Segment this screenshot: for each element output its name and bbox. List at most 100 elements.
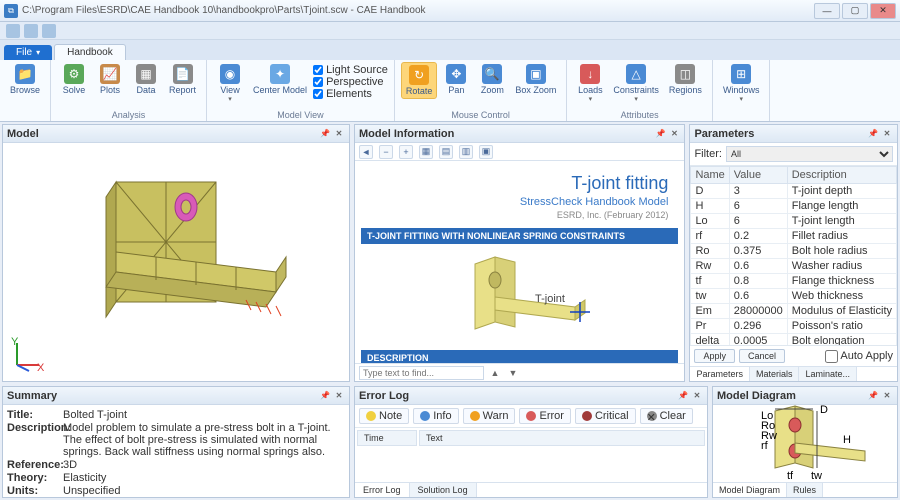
pan-button[interactable]: ✥Pan [439, 62, 473, 97]
report-button[interactable]: 📄Report [165, 62, 200, 97]
elements-checkbox[interactable]: Elements [313, 88, 388, 100]
box-zoom-button[interactable]: ▣Box Zoom [511, 62, 560, 97]
auto-apply-checkbox[interactable]: Auto Apply [825, 350, 893, 363]
zoom-in-button[interactable]: + [399, 145, 413, 159]
table-row[interactable]: rf0.2Fillet radius [691, 229, 897, 244]
layout2-button[interactable]: ▤ [439, 145, 453, 159]
svg-text:T-joint: T-joint [535, 293, 565, 305]
maximize-button[interactable]: ▢ [842, 3, 868, 19]
layout4-button[interactable]: ▣ [479, 145, 493, 159]
solve-button[interactable]: ⚙Solve [57, 62, 91, 97]
table-row[interactable]: H6Flange length [691, 199, 897, 214]
table-row[interactable]: Em28000000Modulus of Elasticity [691, 304, 897, 319]
cancel-button[interactable]: Cancel [739, 349, 785, 363]
filter-info[interactable]: Info [413, 408, 458, 424]
plots-button[interactable]: 📈Plots [93, 62, 127, 97]
svg-text:X: X [37, 362, 45, 373]
table-row[interactable]: tf0.8Flange thickness [691, 274, 897, 289]
col-value[interactable]: Value [729, 167, 787, 184]
apply-button[interactable]: Apply [694, 349, 735, 363]
loads-button[interactable]: ↓Loads▾ [573, 62, 607, 105]
ribbon-tabstrip: File Handbook [0, 40, 900, 60]
close-icon[interactable]: ✕ [881, 390, 893, 402]
col-name[interactable]: Name [691, 167, 729, 184]
pin-icon[interactable]: 📌 [319, 390, 331, 402]
regions-button[interactable]: ◫Regions [665, 62, 706, 97]
table-row[interactable]: D3T-joint depth [691, 184, 897, 199]
filter-note[interactable]: Note [359, 408, 409, 424]
clear-button[interactable]: ✕Clear [640, 408, 693, 424]
tab-error-log[interactable]: Error Log [355, 483, 410, 497]
svg-text:Y: Y [11, 337, 19, 348]
layout1-button[interactable]: ▦ [419, 145, 433, 159]
rotate-button[interactable]: ↻Rotate [401, 62, 438, 99]
data-button[interactable]: ▦Data [129, 62, 163, 97]
qat-button[interactable] [42, 24, 56, 38]
find-prev-button[interactable]: ▲ [488, 366, 502, 380]
parameters-table[interactable]: Name Value Description D3T-joint depthH6… [690, 166, 897, 345]
table-row[interactable]: tw0.6Web thickness [691, 289, 897, 304]
close-icon[interactable]: ✕ [691, 390, 703, 402]
zoom-out-button[interactable]: − [379, 145, 393, 159]
close-icon[interactable]: ✕ [333, 390, 345, 402]
filter-warn[interactable]: Warn [463, 408, 516, 424]
pin-icon[interactable]: 📌 [867, 390, 879, 402]
tab-materials[interactable]: Materials [750, 367, 800, 381]
close-icon[interactable]: ✕ [333, 128, 345, 140]
pin-icon[interactable]: 📌 [319, 128, 331, 140]
diagram-view[interactable]: Lo Ro Rw rf D H tf tw [713, 405, 897, 482]
perspective-checkbox[interactable]: Perspective [313, 76, 388, 88]
panel-title: Model [7, 128, 39, 140]
col-desc[interactable]: Description [787, 167, 896, 184]
doc-viewer[interactable]: T-joint fitting StressCheck Handbook Mod… [355, 161, 684, 363]
table-row[interactable]: Lo6T-joint length [691, 214, 897, 229]
light-source-checkbox[interactable]: Light Source [313, 64, 388, 76]
svg-text:H: H [843, 434, 851, 446]
filter-label: Filter: [694, 148, 722, 160]
filter-select[interactable]: All [726, 146, 893, 162]
table-row[interactable]: delta0.0005Bolt elongation [691, 334, 897, 346]
tab-parameters[interactable]: Parameters [690, 367, 750, 381]
filter-error[interactable]: Error [519, 408, 570, 424]
zoom-button[interactable]: 🔍Zoom [475, 62, 509, 97]
summary-title: Bolted T-joint [63, 409, 345, 421]
close-button[interactable]: ✕ [870, 3, 896, 19]
center-model-button[interactable]: ✦Center Model [249, 62, 311, 97]
handbook-tab[interactable]: Handbook [54, 44, 126, 60]
back-button[interactable]: ◄ [359, 145, 373, 159]
svg-text:D: D [820, 405, 828, 416]
close-icon[interactable]: ✕ [881, 128, 893, 140]
pin-icon[interactable]: 📌 [654, 128, 666, 140]
view-button[interactable]: ◉View▾ [213, 62, 247, 105]
windows-button[interactable]: ⊞Windows▾ [719, 62, 764, 105]
table-row[interactable]: Ro0.375Bolt hole radius [691, 244, 897, 259]
tab-model-diagram[interactable]: Model Diagram [713, 483, 787, 497]
model-viewport[interactable]: YX [3, 143, 349, 381]
log-table[interactable]: TimeText [355, 428, 707, 448]
pin-icon[interactable]: 📌 [677, 390, 689, 402]
svg-text:tw: tw [811, 470, 822, 482]
group-label: Analysis [57, 110, 200, 121]
titlebar: ⧉ C:\Program Files\ESRD\CAE Handbook 10\… [0, 0, 900, 22]
tab-rules[interactable]: Rules [787, 483, 823, 497]
layout3-button[interactable]: ▥ [459, 145, 473, 159]
panel-title: Error Log [359, 390, 409, 402]
doc-meta: ESRD, Inc. (February 2012) [371, 210, 668, 220]
ribbon: 📁Browse ⚙Solve 📈Plots ▦Data 📄Report Anal… [0, 60, 900, 122]
tab-solution-log[interactable]: Solution Log [410, 483, 477, 497]
qat-button[interactable] [6, 24, 20, 38]
table-row[interactable]: Rw0.6Washer radius [691, 259, 897, 274]
tab-laminate[interactable]: Laminate... [799, 367, 857, 381]
pin-icon[interactable]: 📌 [867, 128, 879, 140]
file-tab[interactable]: File [4, 45, 52, 60]
doc-subtitle: StressCheck Handbook Model [371, 196, 668, 208]
find-next-button[interactable]: ▼ [506, 366, 520, 380]
qat-button[interactable] [24, 24, 38, 38]
filter-critical[interactable]: Critical [575, 408, 636, 424]
close-icon[interactable]: ✕ [668, 128, 680, 140]
table-row[interactable]: Pr0.296Poisson's ratio [691, 319, 897, 334]
find-input[interactable] [359, 366, 484, 380]
browse-button[interactable]: 📁Browse [6, 62, 44, 97]
minimize-button[interactable]: — [814, 3, 840, 19]
constraints-button[interactable]: △Constraints▾ [609, 62, 663, 105]
